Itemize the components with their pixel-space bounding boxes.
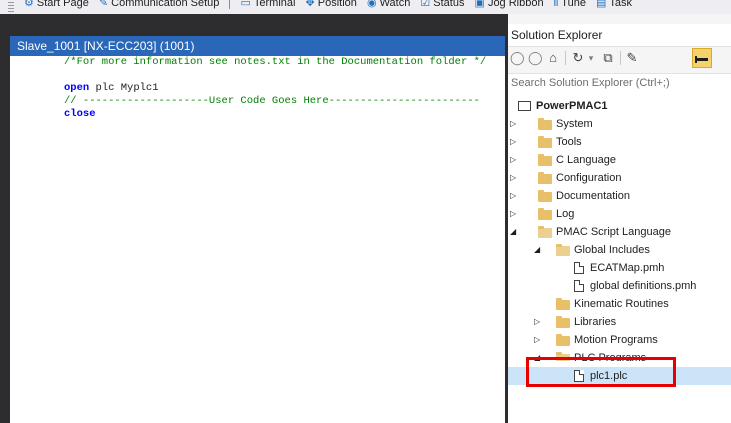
task-icon: ▤ <box>596 0 607 9</box>
file-icon <box>574 280 584 292</box>
folder-open-icon <box>538 226 552 238</box>
watch-icon: ◉ <box>366 0 377 9</box>
watch-button[interactable]: ◉ Watch <box>367 0 410 9</box>
document-toolbar: ⚙ Start Page ✎ Communication Setup ▭ Termin… <box>0 0 731 14</box>
expand-arrow-icon[interactable]: ▷ <box>510 151 516 169</box>
editor-tab-strip <box>10 14 505 36</box>
collapse-all-icon[interactable]: ⧉ <box>600 49 616 67</box>
code-line-open: open plc Myplc1 <box>64 82 159 94</box>
highlight-annotation-box <box>526 357 676 387</box>
toolbar-grip[interactable] <box>8 2 14 12</box>
expand-arrow-icon[interactable]: ▷ <box>534 313 540 331</box>
terminal-button[interactable]: ▭ Terminal <box>241 0 296 9</box>
expand-arrow-icon[interactable]: ▷ <box>510 169 516 187</box>
jog-ribbon-button[interactable]: ▣ Jog Ribbon <box>475 0 544 9</box>
jog-icon: ▣ <box>474 0 485 9</box>
folder-open-icon <box>556 244 570 256</box>
solution-explorer-search[interactable]: Search Solution Explorer (Ctrl+;) <box>508 73 731 95</box>
left-panel-edge <box>0 14 10 423</box>
tune-button[interactable]: ⫴ Tune <box>554 0 586 10</box>
toolbar-separator <box>229 0 231 10</box>
tree-item-configuration[interactable]: ▷ Configuration <box>508 169 731 187</box>
expand-arrow-icon[interactable]: ▷ <box>510 115 516 133</box>
expand-arrow-icon[interactable]: ▷ <box>534 331 540 349</box>
tree-item-log[interactable]: ▷ Log <box>508 205 731 223</box>
properties-wrench-icon[interactable]: ✎ <box>624 49 640 67</box>
position-icon: ✥ <box>305 0 315 9</box>
code-line-close: close <box>64 108 96 120</box>
project-icon <box>518 101 531 111</box>
tree-item-file-global-definitions[interactable]: global definitions.pmh <box>508 277 731 295</box>
status-button[interactable]: ☑ Status <box>420 0 464 9</box>
tree-item-c-language[interactable]: ▷ C Language <box>508 151 731 169</box>
gear-icon: ⚙ <box>24 0 34 9</box>
solution-explorer-toolbar: ◯ ◯ ⌂ ↻ ▾ ⧉ ✎ <box>508 47 731 71</box>
search-placeholder: Search Solution Explorer (Ctrl+;) <box>511 77 670 89</box>
start-page-button[interactable]: ⚙ Start Page <box>24 0 89 9</box>
code-line-user-code: // --------------------User Code Goes He… <box>64 95 480 107</box>
folder-icon <box>538 208 552 220</box>
toolbar-separator <box>565 51 566 65</box>
pin-icon: ✎ <box>98 0 109 9</box>
editor-tab-slave-1001[interactable]: Slave_1001 [NX-ECC203] (1001) <box>10 36 505 56</box>
back-icon[interactable]: ◯ <box>510 49 525 67</box>
code-editor[interactable]: /*For more information see notes.txt in … <box>10 56 505 423</box>
tree-item-documentation[interactable]: ▷ Documentation <box>508 187 731 205</box>
plc-declaration: plc Myplc1 <box>89 82 159 94</box>
expand-arrow-icon[interactable]: ▷ <box>510 205 516 223</box>
editor-tab-title: Slave_1001 [NX-ECC203] (1001) <box>17 39 195 53</box>
folder-icon <box>538 190 552 202</box>
folder-icon <box>538 172 552 184</box>
home-icon[interactable]: ⌂ <box>545 49 561 67</box>
keyword-open: open <box>64 82 90 94</box>
folder-icon <box>556 334 570 346</box>
communication-setup-button[interactable]: ✎ Communication Setup <box>99 0 219 9</box>
collapse-arrow-icon[interactable]: ◢ <box>534 241 540 259</box>
expand-arrow-icon[interactable]: ▷ <box>510 187 516 205</box>
tree-item-pmac-script-language[interactable]: ◢ PMAC Script Language <box>508 223 731 241</box>
tree-item-motion-programs[interactable]: ▷ Motion Programs <box>508 331 731 349</box>
pin-icon[interactable] <box>692 48 712 68</box>
tune-icon: ⫴ <box>553 0 559 9</box>
status-icon: ☑ <box>420 0 431 9</box>
tree-item-file-ecatmap[interactable]: ECATMap.pmh <box>508 259 731 277</box>
folder-icon <box>538 154 552 166</box>
folder-icon <box>556 298 570 310</box>
expand-arrow-icon[interactable]: ▷ <box>510 133 516 151</box>
tree-item-libraries[interactable]: ▷ Libraries <box>508 313 731 331</box>
code-line-comment: /*For more information see notes.txt in … <box>64 56 487 68</box>
folder-icon <box>538 136 552 148</box>
collapse-arrow-icon[interactable]: ◢ <box>510 223 516 241</box>
forward-icon[interactable]: ◯ <box>528 49 543 67</box>
folder-icon <box>538 118 552 130</box>
tree-item-tools[interactable]: ▷ Tools <box>508 133 731 151</box>
file-icon <box>574 262 584 274</box>
terminal-icon: ▭ <box>240 0 251 9</box>
tree-item-kinematic-routines[interactable]: Kinematic Routines <box>508 295 731 313</box>
history-icon[interactable]: ↻ <box>570 49 586 67</box>
solution-explorer-title-bar: Solution Explorer <box>508 24 731 47</box>
folder-icon <box>556 316 570 328</box>
tree-item-global-includes[interactable]: ◢ Global Includes <box>508 241 731 259</box>
task-button[interactable]: ▤ Task <box>596 0 632 9</box>
solution-explorer-title: Solution Explorer <box>511 28 603 42</box>
chevron-down-icon[interactable]: ▾ <box>586 49 596 67</box>
toolbar-separator <box>620 51 621 65</box>
tree-item-system[interactable]: ▷ System <box>508 115 731 133</box>
position-button[interactable]: ✥ Position <box>306 0 357 9</box>
